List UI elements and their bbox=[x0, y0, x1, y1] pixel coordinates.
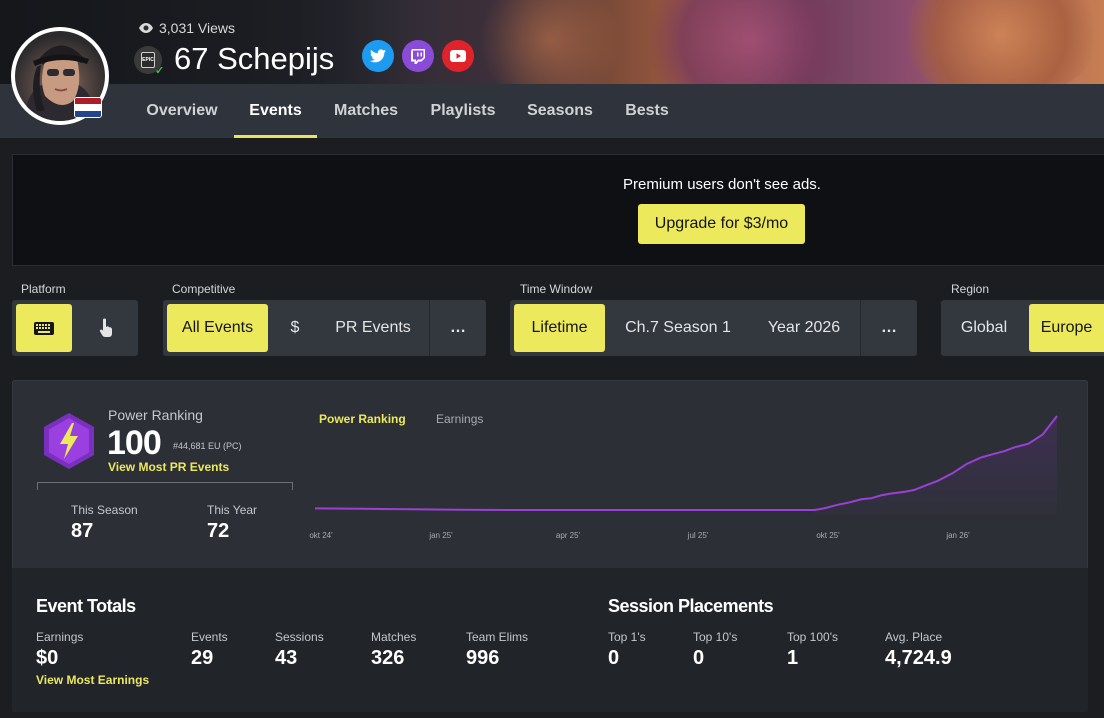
platform-filter bbox=[12, 300, 138, 356]
all-events-option[interactable]: All Events bbox=[167, 304, 268, 352]
view-count: 3,031 Views bbox=[139, 20, 235, 36]
chart-area bbox=[814, 416, 1057, 515]
events-value: 29 bbox=[191, 647, 214, 669]
view-most-pr-events-link[interactable]: View Most PR Events bbox=[108, 460, 229, 474]
top-100-label: Top 100's bbox=[787, 630, 838, 644]
earnings-label: Earnings bbox=[36, 630, 84, 644]
player-name: 67 Schepijs bbox=[174, 41, 335, 76]
pr-events-option[interactable]: PR Events bbox=[323, 304, 423, 352]
power-ranking-chart: okt 24' jan 25' apr 25' jul 25' okt 25' jan 2… bbox=[309, 415, 1058, 540]
this-year-value: 72 bbox=[207, 520, 230, 542]
x-tick-label: apr 25' bbox=[556, 531, 581, 540]
global-option[interactable]: Global bbox=[945, 304, 1023, 352]
matches-label: Matches bbox=[371, 630, 417, 644]
europe-option[interactable]: Europe bbox=[1029, 304, 1104, 352]
top-10-label: Top 10's bbox=[693, 630, 738, 644]
region-filter-label: Region bbox=[951, 282, 990, 296]
netherlands-flag-icon bbox=[74, 97, 102, 118]
top-10-value: 0 bbox=[693, 647, 705, 669]
this-year-label: This Year bbox=[207, 503, 258, 517]
eye-icon bbox=[139, 23, 153, 33]
power-ranking-bolt-icon bbox=[44, 413, 94, 469]
view-most-earnings-link[interactable]: View Most Earnings bbox=[36, 673, 149, 687]
avg-place-value: 4,724.9 bbox=[885, 647, 952, 669]
keyboard-mouse-option[interactable] bbox=[16, 304, 72, 352]
x-tick-label: jan 25' bbox=[428, 531, 453, 540]
tab-bests[interactable]: Bests bbox=[618, 84, 676, 138]
bracket-divider bbox=[37, 482, 293, 490]
this-season-value: 87 bbox=[71, 520, 94, 542]
region-filter: Global Europe bbox=[941, 300, 1104, 356]
season-option[interactable]: Ch.7 Season 1 bbox=[614, 304, 742, 352]
lifetime-option[interactable]: Lifetime bbox=[514, 304, 605, 352]
top-1-label: Top 1's bbox=[608, 630, 646, 644]
top-1-value: 0 bbox=[608, 647, 620, 669]
banner-art bbox=[900, 0, 1100, 84]
time-window-filter: Lifetime Ch.7 Season 1 Year 2026 … bbox=[510, 300, 917, 356]
banner-art bbox=[640, 0, 860, 84]
tab-seasons[interactable]: Seasons bbox=[521, 84, 599, 138]
twitter-link[interactable] bbox=[362, 40, 394, 72]
session-placements-title: Session Placements bbox=[608, 596, 774, 616]
keyboard-icon bbox=[34, 321, 54, 335]
cash-events-option[interactable]: $ bbox=[275, 304, 315, 352]
more-options-button[interactable]: … bbox=[433, 304, 483, 352]
team-elims-value: 996 bbox=[466, 647, 500, 669]
more-options-button[interactable]: … bbox=[864, 304, 914, 352]
youtube-icon bbox=[450, 50, 466, 62]
power-ranking-title: Power Ranking bbox=[108, 407, 203, 423]
events-label: Events bbox=[191, 630, 228, 644]
x-tick-label: okt 24' bbox=[309, 531, 333, 540]
views-text: 3,031 Views bbox=[159, 20, 236, 36]
epic-logo-icon: EPIC bbox=[141, 52, 155, 68]
divider bbox=[429, 300, 430, 356]
epic-games-badge: EPIC ✓ bbox=[134, 46, 165, 77]
competitive-filter-label: Competitive bbox=[172, 282, 236, 296]
power-ranking-value: 100 bbox=[107, 424, 162, 462]
profile-banner bbox=[0, 0, 1104, 84]
this-season-label: This Season bbox=[71, 503, 138, 517]
avg-place-label: Avg. Place bbox=[885, 630, 943, 644]
tab-overview[interactable]: Overview bbox=[140, 84, 224, 138]
tab-events[interactable]: Events bbox=[234, 84, 317, 138]
ad-banner bbox=[12, 154, 1104, 266]
team-elims-label: Team Elims bbox=[466, 630, 529, 644]
tab-playlists[interactable]: Playlists bbox=[424, 84, 502, 138]
twitch-link[interactable] bbox=[402, 40, 434, 72]
sessions-label: Sessions bbox=[275, 630, 324, 644]
time-window-filter-label: Time Window bbox=[520, 282, 593, 296]
touch-option[interactable] bbox=[78, 304, 134, 352]
verified-check-icon: ✓ bbox=[155, 65, 165, 77]
sessions-value: 43 bbox=[275, 647, 298, 669]
power-ranking-rank: #44,681 EU (PC) bbox=[173, 441, 242, 451]
x-tick-label: jan 26' bbox=[945, 531, 970, 540]
twitter-icon bbox=[370, 49, 386, 63]
tab-matches[interactable]: Matches bbox=[326, 84, 406, 138]
event-totals-title: Event Totals bbox=[36, 596, 136, 616]
matches-value: 326 bbox=[371, 647, 405, 669]
year-option[interactable]: Year 2026 bbox=[750, 304, 858, 352]
top-100-value: 1 bbox=[787, 647, 799, 669]
ad-text: Premium users don't see ads. bbox=[623, 176, 821, 193]
youtube-link[interactable] bbox=[442, 40, 474, 72]
earnings-value: $0 bbox=[36, 647, 59, 669]
twitch-icon bbox=[411, 48, 425, 64]
platform-filter-label: Platform bbox=[21, 282, 66, 296]
touch-icon bbox=[99, 318, 112, 337]
competitive-filter: All Events $ PR Events … bbox=[163, 300, 486, 356]
banner-art bbox=[470, 0, 630, 84]
divider bbox=[860, 300, 861, 356]
x-tick-label: okt 25' bbox=[816, 531, 840, 540]
upgrade-button[interactable]: Upgrade for $3/mo bbox=[638, 204, 805, 244]
x-tick-label: jul 25' bbox=[687, 531, 709, 540]
